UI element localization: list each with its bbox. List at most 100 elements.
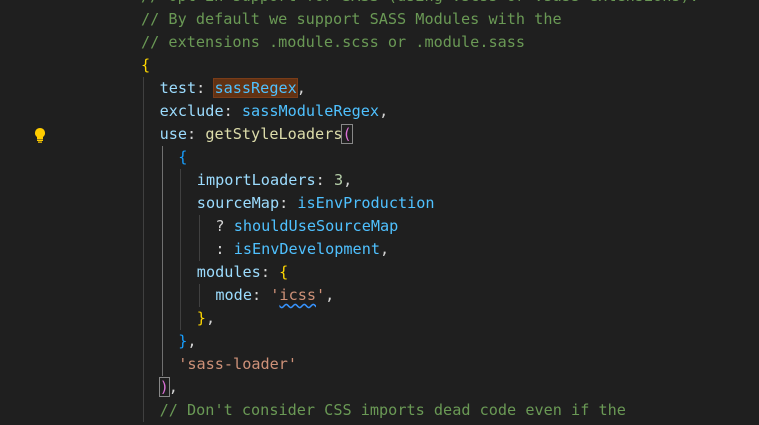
indent-guide bbox=[161, 146, 163, 169]
code-token: exclude bbox=[159, 102, 224, 120]
code-line[interactable]: : isEnvDevelopment, bbox=[0, 238, 759, 261]
code-text: // Don't consider CSS imports dead code … bbox=[160, 399, 626, 422]
code-text: // By default we support SASS Modules wi… bbox=[141, 8, 562, 31]
code-line[interactable]: ? shouldUseSourceMap bbox=[0, 215, 759, 238]
indent-guide bbox=[143, 261, 144, 284]
code-text: ), bbox=[158, 376, 178, 399]
indent-guide bbox=[180, 192, 182, 215]
code-text: { bbox=[141, 54, 150, 77]
indent-guide bbox=[143, 169, 144, 192]
code-token: : bbox=[251, 286, 271, 304]
code-line[interactable]: // Opt-in support for SASS (using .scss … bbox=[0, 0, 759, 8]
code-token: ' bbox=[316, 286, 326, 304]
indent-guide bbox=[143, 353, 144, 376]
code-token: } bbox=[196, 309, 206, 327]
code-token: , bbox=[187, 332, 197, 350]
indent-guide bbox=[143, 376, 144, 399]
code-text: 'sass-loader' bbox=[178, 353, 297, 376]
code-token: 3 bbox=[333, 171, 344, 189]
code-line[interactable]: { bbox=[0, 54, 759, 77]
indent-guide bbox=[143, 330, 144, 353]
indent-guide bbox=[161, 238, 163, 261]
code-token: sassModuleRegex bbox=[241, 102, 380, 120]
code-line[interactable]: ), bbox=[0, 376, 759, 399]
code-token: icss bbox=[279, 286, 316, 304]
indent-guide bbox=[180, 169, 182, 192]
code-token: isEnvProduction bbox=[297, 194, 435, 212]
code-line[interactable]: // Don't consider CSS imports dead code … bbox=[0, 399, 759, 422]
code-text: }, bbox=[178, 330, 196, 353]
code-line[interactable]: mode: 'icss', bbox=[0, 284, 759, 307]
code-line[interactable]: exclude: sassModuleRegex, bbox=[0, 100, 759, 123]
indent-guide bbox=[161, 169, 163, 192]
code-token: : bbox=[215, 240, 234, 258]
indent-guide bbox=[198, 284, 200, 307]
indent-guide bbox=[143, 192, 144, 215]
indent-guide bbox=[143, 215, 144, 238]
code-text: modules: { bbox=[197, 261, 288, 284]
code-token: { bbox=[279, 263, 289, 281]
code-token: mode bbox=[215, 286, 252, 304]
code-token: : bbox=[279, 194, 298, 212]
code-token: // By default we support SASS Modules wi… bbox=[141, 10, 562, 28]
code-token: { bbox=[178, 148, 188, 166]
code-editor[interactable]: // Opt-in support for SASS (using .scss … bbox=[0, 0, 759, 425]
code-line[interactable]: sourceMap: isEnvProduction bbox=[0, 192, 759, 215]
code-text: use: getStyleLoaders( bbox=[159, 123, 353, 146]
code-token: : bbox=[315, 171, 334, 189]
code-token: sourceMap bbox=[196, 194, 280, 212]
code-token: shouldUseSourceMap bbox=[233, 217, 399, 235]
code-token: , bbox=[380, 240, 390, 258]
code-line[interactable]: }, bbox=[0, 307, 759, 330]
indent-guide bbox=[143, 284, 144, 307]
code-text: ? shouldUseSourceMap bbox=[215, 215, 398, 238]
code-token: } bbox=[178, 332, 188, 350]
indent-guide bbox=[161, 261, 163, 284]
code-token: // Don't consider CSS imports dead code … bbox=[159, 401, 626, 419]
code-token: : bbox=[223, 102, 242, 120]
indent-guide bbox=[143, 146, 144, 169]
code-token: ? bbox=[215, 217, 234, 235]
indent-guide bbox=[143, 77, 144, 100]
code-token: , bbox=[379, 102, 389, 120]
indent-guide bbox=[161, 215, 163, 238]
code-token: { bbox=[141, 56, 151, 74]
code-token: importLoaders bbox=[196, 171, 316, 189]
indent-guide bbox=[161, 192, 163, 215]
lightbulb-icon[interactable] bbox=[33, 127, 47, 143]
indent-guide bbox=[180, 238, 182, 261]
code-text: mode: 'icss', bbox=[215, 284, 334, 307]
code-token: getStyleLoaders bbox=[205, 125, 343, 143]
code-line[interactable]: modules: { bbox=[0, 261, 759, 284]
code-token: // Opt-in support for SASS (using .scss … bbox=[141, 0, 699, 5]
indent-guide bbox=[143, 238, 144, 261]
code-text: }, bbox=[197, 307, 215, 330]
code-text: // Opt-in support for SASS (using .scss … bbox=[141, 0, 699, 8]
code-token: ( bbox=[341, 124, 353, 144]
indent-guide bbox=[198, 215, 200, 238]
code-text: sourceMap: isEnvProduction bbox=[197, 192, 435, 215]
code-token: , bbox=[168, 378, 178, 396]
code-token: isEnvDevelopment bbox=[233, 240, 380, 258]
code-token: , bbox=[205, 309, 216, 327]
code-line[interactable]: }, bbox=[0, 330, 759, 353]
code-line[interactable]: // By default we support SASS Modules wi… bbox=[0, 8, 759, 31]
code-line[interactable]: use: getStyleLoaders( bbox=[0, 123, 759, 146]
indent-guide bbox=[161, 353, 163, 376]
code-line[interactable]: { bbox=[0, 146, 759, 169]
code-token: modules bbox=[196, 263, 261, 281]
indent-guide bbox=[161, 284, 163, 307]
indent-guide bbox=[143, 100, 144, 123]
code-text: exclude: sassModuleRegex, bbox=[160, 100, 389, 123]
indent-guide bbox=[161, 307, 163, 330]
code-line[interactable]: // extensions .module.scss or .module.sa… bbox=[0, 31, 759, 54]
indent-guide bbox=[180, 215, 182, 238]
code-line[interactable]: importLoaders: 3, bbox=[0, 169, 759, 192]
indent-guide bbox=[180, 261, 182, 284]
code-token: // extensions .module.scss or .module.sa… bbox=[141, 33, 526, 51]
code-token: : bbox=[260, 263, 280, 281]
code-token: use bbox=[159, 125, 188, 143]
code-line[interactable]: 'sass-loader' bbox=[0, 353, 759, 376]
code-text: { bbox=[178, 146, 187, 169]
code-line[interactable]: test: sassRegex, bbox=[0, 77, 759, 100]
